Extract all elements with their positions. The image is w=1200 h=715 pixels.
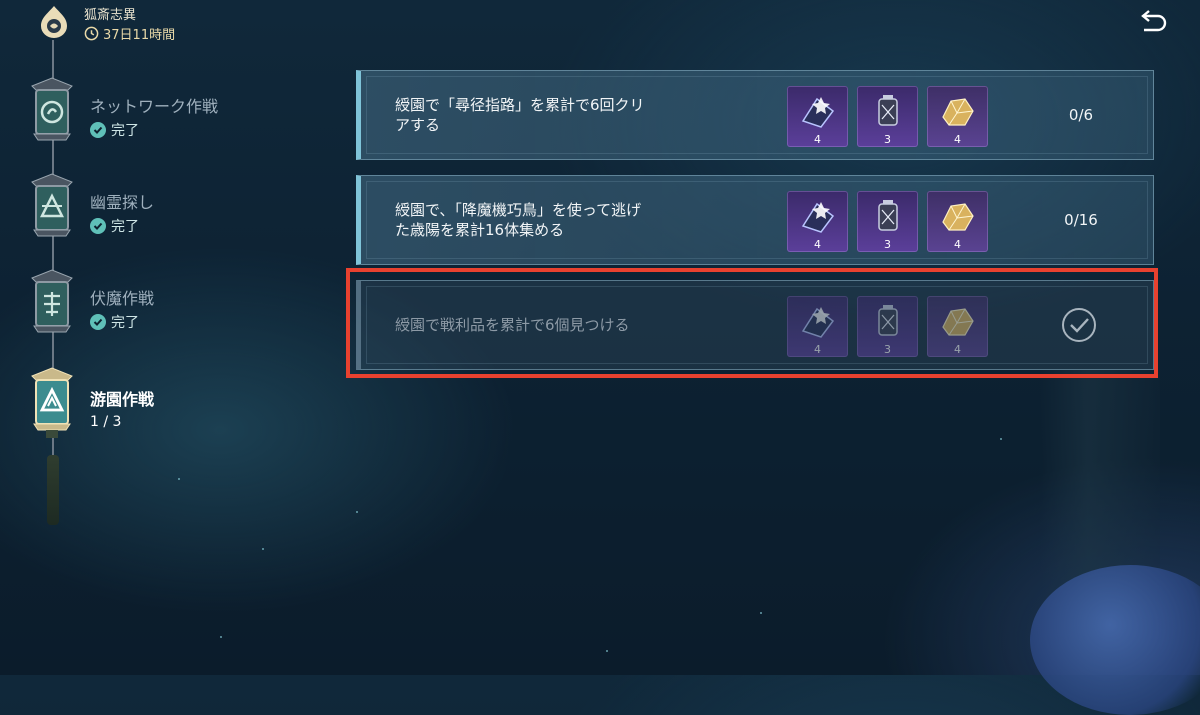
reward-qty: 4: [814, 238, 821, 251]
purple-crystal-book-icon: [801, 307, 835, 338]
mission-card: 綬園で、「降魔機巧鳥」を使って逃げた歳陽を累計16体集める 4 3 4 0/16: [356, 175, 1154, 265]
reward-qty: 4: [814, 133, 821, 146]
reward-item[interactable]: 4: [927, 296, 988, 357]
stage-name: 伏魔作戦: [90, 289, 155, 308]
mission-text: 綬園で戦利品を累計で6個見つける: [395, 316, 630, 334]
reward-qty: 3: [884, 133, 891, 146]
stage-status: 完了: [90, 120, 139, 140]
purple-crystal-book-icon: [801, 202, 835, 233]
reward-item[interactable]: 3: [857, 86, 918, 147]
reward-item[interactable]: 4: [927, 191, 988, 252]
rope-tassel: [47, 455, 59, 525]
reward-qty: 3: [884, 343, 891, 356]
event-title: 狐斎志異: [84, 8, 137, 23]
reward-qty: 4: [954, 238, 961, 251]
fox-flame-logo-icon: [41, 6, 67, 38]
reward-qty: 4: [954, 133, 961, 146]
reward-list: 4 3 4: [787, 191, 988, 252]
star-decoration: [606, 650, 608, 652]
star-decoration: [262, 548, 264, 550]
lantern-swirl-icon: [31, 77, 73, 141]
mission-progress: 0/6: [1068, 106, 1094, 124]
mission-card-completed: 綬園で戦利品を累計で6個見つける 4 3 4: [356, 280, 1154, 370]
reward-item[interactable]: 3: [857, 191, 918, 252]
back-arrow-icon[interactable]: [1138, 8, 1170, 38]
dark-lantern-icon: [878, 95, 898, 126]
mission-card: 綬園で「尋径指路」を累計で6回クリアする 4 3 4 0/6: [356, 70, 1154, 160]
timer-text: 37日11時間: [103, 28, 176, 43]
star-decoration: [220, 636, 222, 638]
star-decoration: [1000, 438, 1002, 440]
dark-lantern-icon: [878, 305, 898, 336]
star-decoration: [760, 612, 762, 614]
reward-item[interactable]: 4: [787, 296, 848, 357]
check-circle-icon: [90, 314, 106, 330]
reward-list: 4 3 4: [787, 86, 988, 147]
reward-qty: 4: [954, 343, 961, 356]
stage-name: 游園作戦: [90, 390, 155, 409]
gold-ore-icon: [942, 98, 974, 126]
gold-ore-icon: [942, 203, 974, 231]
completed-check-icon: [1062, 308, 1096, 342]
reward-list: 4 3 4: [787, 296, 988, 357]
reward-item[interactable]: 4: [787, 86, 848, 147]
mission-text: 綬園で、「降魔機巧鳥」を使って逃げた歳陽を累計16体集める: [395, 201, 642, 239]
reward-item[interactable]: 3: [857, 296, 918, 357]
reward-item[interactable]: 4: [927, 86, 988, 147]
reward-qty: 4: [814, 343, 821, 356]
stage-status-text: 完了: [111, 219, 139, 235]
stage-name: ネットワーク作戦: [90, 97, 219, 116]
lantern-triangle-icon: [31, 173, 73, 237]
reward-qty: 3: [884, 238, 891, 251]
mission-progress: 0/16: [1064, 211, 1098, 229]
event-timer: 37日11時間: [84, 24, 175, 43]
reward-item[interactable]: 4: [787, 191, 848, 252]
check-circle-icon: [90, 122, 106, 138]
stage-status-text: 完了: [111, 315, 139, 331]
lantern-seal-icon: [31, 269, 73, 333]
stage-status: 完了: [90, 312, 139, 332]
stage-status: 完了: [90, 216, 139, 236]
purple-crystal-book-icon: [801, 97, 835, 128]
stage-name: 幽霊探し: [90, 193, 155, 212]
stage-status-text: 完了: [111, 123, 139, 139]
gold-ore-icon: [942, 308, 974, 336]
lantern-triangle-glow-icon: [31, 367, 73, 438]
stage-progress: 1 / 3: [90, 414, 122, 430]
clock-icon: [84, 26, 99, 41]
dark-lantern-icon: [878, 200, 898, 231]
star-decoration: [178, 478, 180, 480]
mission-text: 綬園で「尋径指路」を累計で6回クリアする: [395, 96, 645, 134]
check-circle-icon: [90, 218, 106, 234]
star-decoration: [356, 511, 358, 513]
